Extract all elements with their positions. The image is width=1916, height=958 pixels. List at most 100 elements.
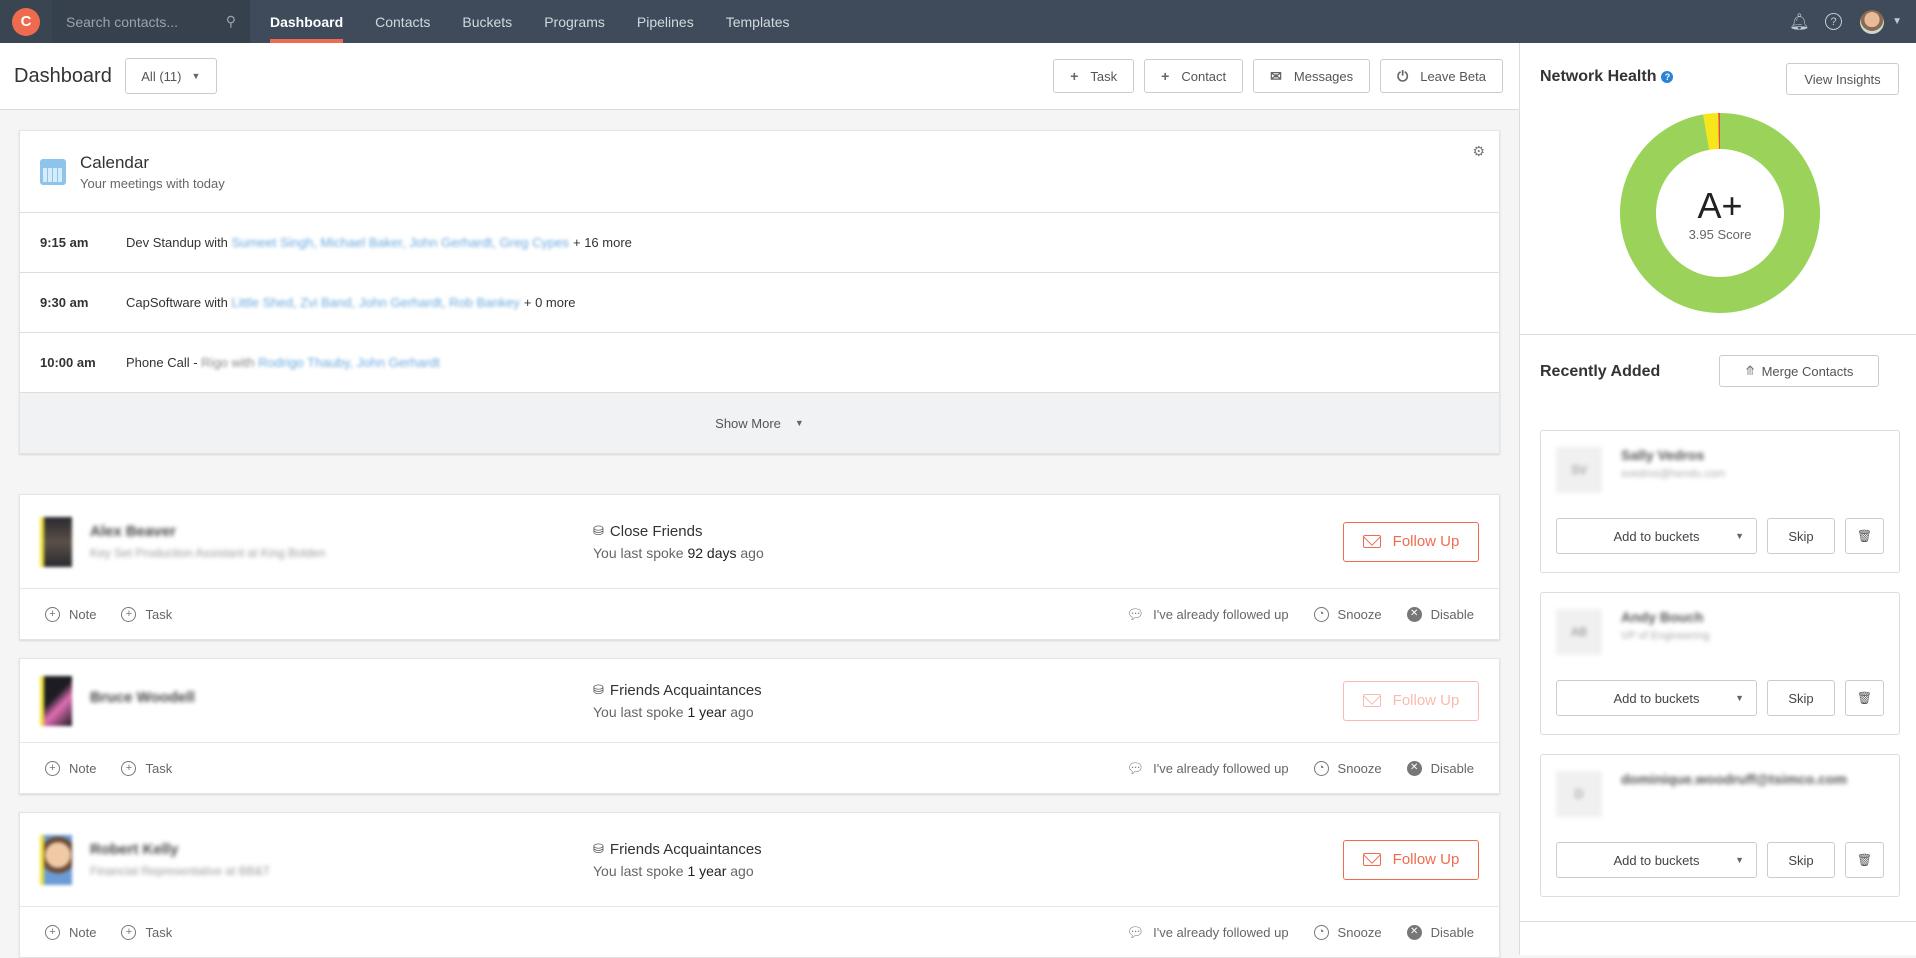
nav-dashboard[interactable]: Dashboard xyxy=(254,0,359,43)
add-note-button[interactable]: + Note xyxy=(45,924,96,940)
clock-icon: ◔ xyxy=(1313,606,1329,622)
snooze-button[interactable]: ◔ Snooze xyxy=(1313,924,1382,941)
help-icon[interactable]: ? xyxy=(1661,71,1674,83)
spoke-suffix: ago xyxy=(740,544,764,561)
followup-card: Alex Beaver Key Set Production Assistant… xyxy=(19,494,1500,640)
help-circle-icon[interactable]: ? xyxy=(1825,13,1843,30)
follow-up-label: Follow Up xyxy=(1392,533,1460,550)
spoke-suffix: ago xyxy=(730,703,754,720)
contact-photo[interactable] xyxy=(40,834,72,885)
spoke-suffix: ago xyxy=(730,862,754,879)
delete-button[interactable]: 🗑︎ xyxy=(1845,518,1884,554)
already-followed-button[interactable]: 💬︎ I've already followed up xyxy=(1126,924,1288,941)
nav-buckets[interactable]: Buckets xyxy=(446,0,528,43)
dropdown-label: Add to buckets xyxy=(1613,852,1700,868)
nav-contacts[interactable]: Contacts xyxy=(359,0,446,43)
nav-templates[interactable]: Templates xyxy=(710,0,806,43)
header-actions: + Task + Contact ✉ Messages ⏻ Leave Beta xyxy=(1053,59,1503,93)
follow-up-button[interactable]: Follow Up xyxy=(1343,521,1479,562)
skip-button[interactable]: Skip xyxy=(1767,842,1835,878)
search-box: ⚲ xyxy=(52,0,250,43)
view-insights-button[interactable]: View Insights xyxy=(1786,63,1899,95)
recent-contact-card: D dominique.woodruff@tsimco.com Add to b… xyxy=(1540,754,1900,897)
add-note-button[interactable]: + Note xyxy=(45,606,96,622)
contact-photo[interactable] xyxy=(40,675,72,726)
contact-photo[interactable] xyxy=(40,516,72,567)
avatar[interactable] xyxy=(1860,9,1885,34)
follow-up-label: Follow Up xyxy=(1392,851,1460,868)
leave-beta-button[interactable]: ⏻ Leave Beta xyxy=(1380,59,1503,93)
delete-button[interactable]: 🗑︎ xyxy=(1845,842,1884,878)
add-task-button[interactable]: + Task xyxy=(1053,59,1135,93)
add-to-buckets-dropdown[interactable]: Add to buckets ▼ xyxy=(1556,518,1757,554)
caret-down-icon: ▼ xyxy=(1735,693,1744,703)
contact-name[interactable]: Alex Beaver xyxy=(90,523,325,540)
spoke-prefix: You last spoke xyxy=(593,544,684,561)
already-followed-button[interactable]: 💬︎ I've already followed up xyxy=(1126,606,1288,623)
add-to-buckets-dropdown[interactable]: Add to buckets ▼ xyxy=(1556,842,1757,878)
merge-contacts-button[interactable]: ⤊ Merge Contacts xyxy=(1719,355,1879,387)
network-health-title: Network Health? xyxy=(1540,68,1674,86)
disable-button[interactable]: ✕ Disable xyxy=(1406,760,1474,777)
power-icon: ⏻ xyxy=(1397,67,1409,84)
skip-button[interactable]: Skip xyxy=(1767,518,1835,554)
snooze-button[interactable]: ◔ Snooze xyxy=(1313,760,1382,777)
bell-icon[interactable]: 🔔︎ xyxy=(1789,12,1809,32)
meeting-attendees[interactable]: Little Shed, Zvi Band, John Gerhardt, Ro… xyxy=(232,295,520,310)
main-content: Dashboard All (11) ▼ + Task + Contact ✉ Mess… xyxy=(0,43,1519,958)
contact-name[interactable]: Sally Vedros xyxy=(1621,447,1704,463)
meeting-with: with xyxy=(204,235,228,250)
snooze-button[interactable]: ◔ Snooze xyxy=(1313,606,1382,623)
button-label: Messages xyxy=(1293,68,1354,84)
page-header: Dashboard All (11) ▼ + Task + Contact ✉ Mess… xyxy=(0,43,1519,110)
contact-name[interactable]: dominique.woodruff@tsimco.com xyxy=(1621,771,1847,787)
meeting-more[interactable]: + 16 more xyxy=(573,235,632,250)
plus-circle-icon: + xyxy=(121,760,137,776)
follow-up-label: Follow Up xyxy=(1392,692,1460,709)
add-note-button[interactable]: + Note xyxy=(45,760,96,776)
caret-down-icon[interactable]: ▼ xyxy=(1892,16,1902,27)
skip-button[interactable]: Skip xyxy=(1767,680,1835,716)
contact-name[interactable]: Bruce Woodell xyxy=(90,689,195,706)
search-icon[interactable]: ⚲ xyxy=(226,13,236,30)
disable-button[interactable]: ✕ Disable xyxy=(1406,924,1474,941)
show-more-label: Show More xyxy=(715,415,781,431)
contact-initials[interactable]: D xyxy=(1556,771,1602,817)
last-spoke: You last spoke 92 days ago xyxy=(593,545,764,561)
filter-dropdown[interactable]: All (11) ▼ xyxy=(124,58,217,94)
follow-up-button[interactable]: Follow Up xyxy=(1343,680,1479,721)
contact-name[interactable]: Robert Kelly xyxy=(90,841,270,858)
show-more-button[interactable]: Show More ▼ xyxy=(20,393,1499,453)
gear-icon[interactable]: ⚙ xyxy=(1472,143,1485,160)
meeting-attendees[interactable]: Sumeet Singh, Michael Baker, John Gerhar… xyxy=(232,235,569,250)
meeting-more[interactable]: + 0 more xyxy=(524,295,576,310)
nav-pipelines[interactable]: Pipelines xyxy=(621,0,710,43)
contact-initials[interactable]: SV xyxy=(1556,447,1602,493)
add-to-buckets-dropdown[interactable]: Add to buckets ▼ xyxy=(1556,680,1757,716)
search-input[interactable] xyxy=(66,13,216,30)
delete-button[interactable]: 🗑︎ xyxy=(1845,680,1884,716)
add-task-button[interactable]: + Task xyxy=(121,606,172,622)
add-task-button[interactable]: + Task xyxy=(121,760,172,776)
disable-button[interactable]: ✕ Disable xyxy=(1406,606,1474,623)
contact-sub: svedros@hendu.com xyxy=(1621,468,1726,480)
contact-sub: VP of Engineering xyxy=(1621,630,1710,642)
recent-contact-card: AB Andy Bouch VP of Engineering Add to b… xyxy=(1540,592,1900,735)
close-circle-icon: ✕ xyxy=(1406,606,1422,622)
messages-button[interactable]: ✉ Messages xyxy=(1253,59,1371,93)
meeting-title: CapSoftware xyxy=(126,295,202,310)
app-logo[interactable]: C xyxy=(0,0,52,43)
meeting-hidden-text: Rigo with xyxy=(201,355,255,370)
contact-initials[interactable]: AB xyxy=(1556,609,1602,655)
already-followed-button[interactable]: 💬︎ I've already followed up xyxy=(1126,760,1288,777)
plus-circle-icon: + xyxy=(45,924,60,940)
trash-icon: 🗑︎ xyxy=(1856,529,1873,543)
add-task-button[interactable]: + Task xyxy=(121,924,172,940)
contact-name[interactable]: Andy Bouch xyxy=(1621,609,1703,625)
button-label: Contact xyxy=(1181,68,1227,84)
add-contact-button[interactable]: + Contact xyxy=(1144,59,1244,93)
meeting-attendees[interactable]: Rodrigo Thauby, John Gerhardt xyxy=(258,355,440,370)
follow-up-button[interactable]: Follow Up xyxy=(1343,839,1479,880)
meeting-with: with xyxy=(204,295,228,310)
nav-programs[interactable]: Programs xyxy=(528,0,621,43)
